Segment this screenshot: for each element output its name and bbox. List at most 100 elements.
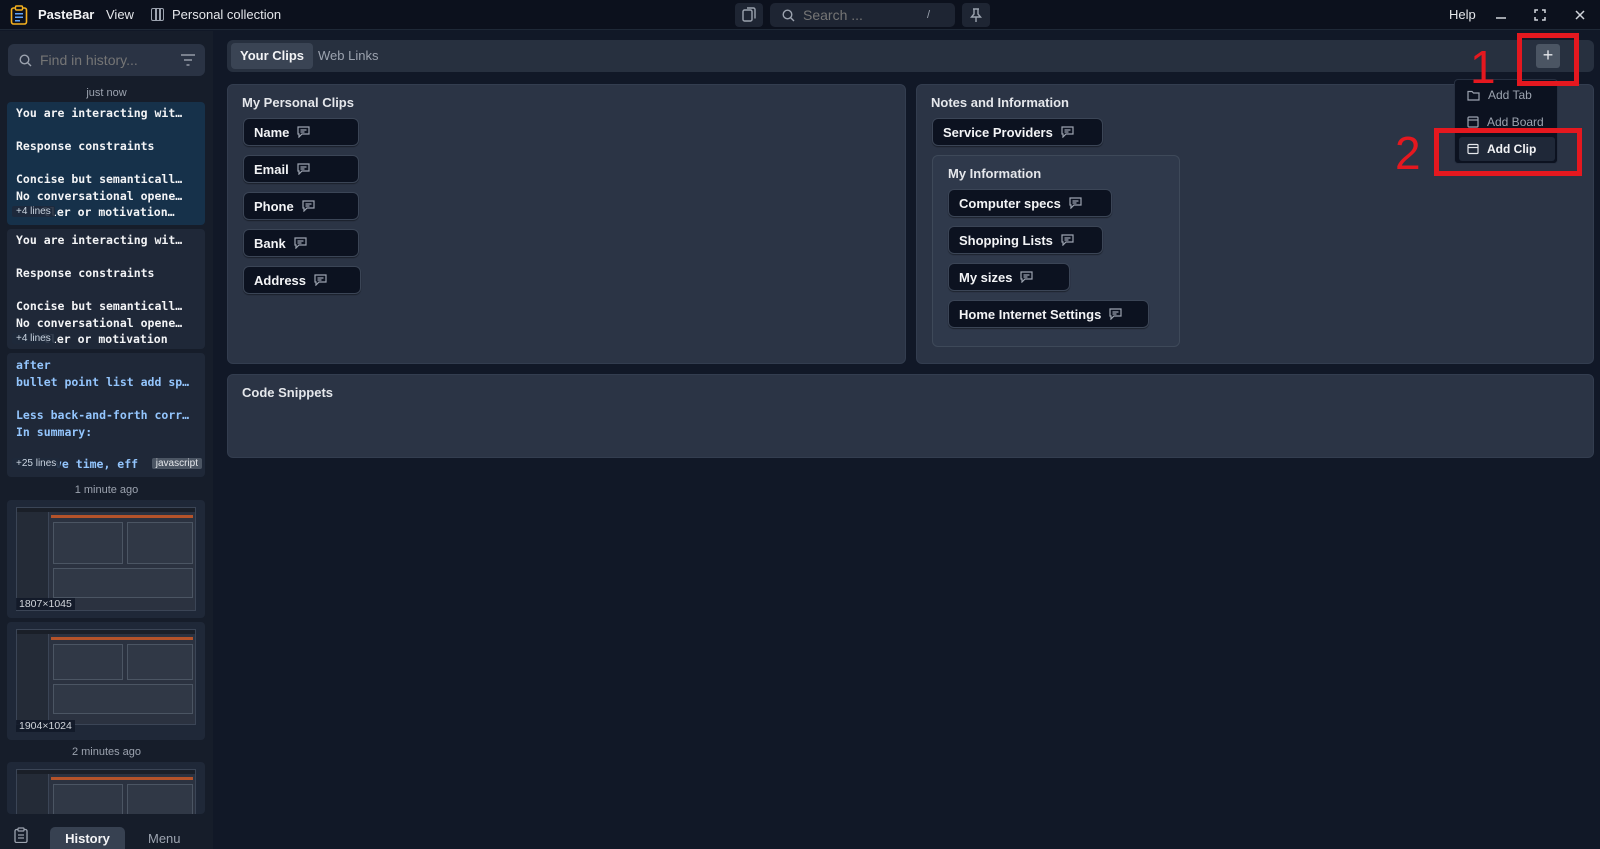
note-icon (302, 200, 315, 212)
clip-line: No conversational opene… (16, 316, 183, 330)
note-icon (314, 274, 327, 286)
clip-tabs-bar: Your Clips Web Links (227, 40, 1594, 72)
board-title: Notes and Information (931, 95, 1069, 110)
clip-line: Response constraints (16, 139, 155, 153)
history-image-clip[interactable] (7, 762, 205, 814)
clip-label: Bank (254, 235, 286, 251)
clip-label: Computer specs (959, 195, 1061, 211)
clip-my-sizes[interactable]: My sizes (948, 263, 1070, 291)
history-search[interactable] (8, 44, 205, 76)
global-search[interactable]: / (770, 3, 955, 27)
clip-label: Service Providers (943, 124, 1053, 140)
toggle-panel-button[interactable] (735, 3, 763, 27)
clip-label: Phone (254, 198, 294, 214)
note-icon (297, 163, 310, 175)
history-image-clip[interactable]: 1807×1045 (7, 500, 205, 618)
clip-label: Shopping Lists (959, 232, 1053, 248)
minimize-button[interactable] (1489, 4, 1513, 26)
menu-item-label: Add Board (1487, 115, 1544, 129)
clip-name[interactable]: Name (243, 118, 359, 146)
maximize-button[interactable] (1528, 4, 1552, 26)
search-icon (19, 53, 32, 66)
maximize-icon (1534, 9, 1546, 21)
note-icon (1069, 197, 1082, 209)
note-icon (1061, 126, 1074, 138)
sidebar-bottom-tabs: History Menu (0, 815, 213, 849)
pin-button[interactable] (962, 3, 990, 27)
time-group-label: 1 minute ago (74, 484, 139, 496)
clip-line: You are interacting wit… (16, 106, 183, 120)
board-my-information: My Information Computer specs Shopping L… (932, 155, 1180, 347)
tab-web-links[interactable]: Web Links (318, 43, 378, 69)
history-sidebar: just now You are interacting wit… Respon… (0, 31, 213, 849)
clip-email[interactable]: Email (243, 155, 359, 183)
board-title: My Personal Clips (242, 95, 354, 110)
annotation-number-1: 1 (1470, 41, 1496, 93)
app-name: PasteBar (38, 7, 95, 22)
history-image-clip[interactable]: 1904×1024 (7, 622, 205, 740)
help-menu[interactable]: Help (1449, 7, 1476, 22)
note-icon (1109, 308, 1122, 320)
columns-icon (151, 8, 164, 21)
board-code-snippets: Code Snippets (227, 374, 1594, 458)
screenshot-thumbnail (16, 769, 196, 814)
clip-line: ller or motivation… (43, 205, 175, 219)
tab-history[interactable]: History (50, 827, 125, 849)
board-title: Code Snippets (242, 385, 334, 400)
minimize-icon (1496, 17, 1506, 19)
title-bar: PasteBar View Personal collection / Help (0, 0, 1600, 30)
clip-label: Name (254, 124, 290, 140)
annotation-box-step-1 (1517, 33, 1579, 86)
language-badge: javascript (151, 458, 202, 469)
note-icon (297, 126, 311, 138)
board-title: My Information (948, 166, 1042, 181)
clip-line: after (16, 358, 51, 372)
time-group-label: 2 minutes ago (71, 746, 142, 758)
clip-service-providers[interactable]: Service Providers (932, 118, 1103, 146)
clip-line: bullet point list add sp… (16, 375, 190, 389)
collection-selector[interactable]: Personal collection (151, 7, 281, 22)
clip-line: You are interacting wit… (16, 233, 183, 247)
history-search-input[interactable] (40, 52, 170, 68)
filter-icon[interactable] (181, 54, 195, 66)
clip-line: ller or motivation (43, 332, 168, 346)
image-dimensions: 1904×1024 (16, 720, 75, 732)
clip-line: Response constraints (16, 266, 155, 280)
collection-label: Personal collection (172, 7, 282, 22)
screenshot-thumbnail (16, 507, 196, 611)
more-lines-badge: +4 lines (12, 206, 55, 217)
pin-icon (970, 7, 982, 22)
annotation-box-step-2 (1434, 128, 1582, 176)
clip-computer-specs[interactable]: Computer specs (948, 189, 1112, 217)
more-lines-badge: +4 lines (12, 333, 55, 344)
screenshot-thumbnail (16, 629, 196, 725)
clip-line: No conversational opene… (16, 189, 183, 203)
tab-your-clips[interactable]: Your Clips (231, 43, 314, 69)
note-icon (294, 237, 307, 249)
board-icon (1467, 116, 1479, 128)
history-clip[interactable]: You are interacting wit… Response constr… (7, 102, 205, 225)
clip-line: Concise but semanticall… (16, 299, 183, 313)
history-clip[interactable]: You are interacting wit… Response constr… (7, 229, 205, 349)
tab-menu[interactable]: Menu (148, 831, 181, 846)
search-icon (782, 8, 795, 21)
clip-phone[interactable]: Phone (243, 192, 359, 220)
board-my-personal-clips: My Personal Clips Name Email Phone Bank … (227, 84, 906, 364)
clipboard-icon (10, 5, 28, 25)
close-button[interactable] (1568, 4, 1592, 26)
clip-label: Email (254, 161, 289, 177)
view-menu[interactable]: View (106, 7, 134, 22)
clipboard-icon[interactable] (14, 827, 28, 843)
clip-label: Address (254, 272, 307, 288)
clip-bank[interactable]: Bank (243, 229, 359, 257)
clip-shopping-lists[interactable]: Shopping Lists (948, 226, 1103, 254)
search-input[interactable] (803, 7, 923, 23)
history-clip[interactable]: after bullet point list add sp… Less bac… (7, 353, 205, 477)
clip-home-internet-settings[interactable]: Home Internet Settings (948, 300, 1149, 328)
close-icon (1575, 10, 1585, 20)
clip-address[interactable]: Address (243, 266, 361, 294)
more-lines-badge: +25 lines (12, 458, 61, 469)
clip-label: My sizes (959, 269, 1013, 285)
search-shortcut: / (927, 9, 931, 21)
annotation-number-2: 2 (1395, 127, 1421, 179)
